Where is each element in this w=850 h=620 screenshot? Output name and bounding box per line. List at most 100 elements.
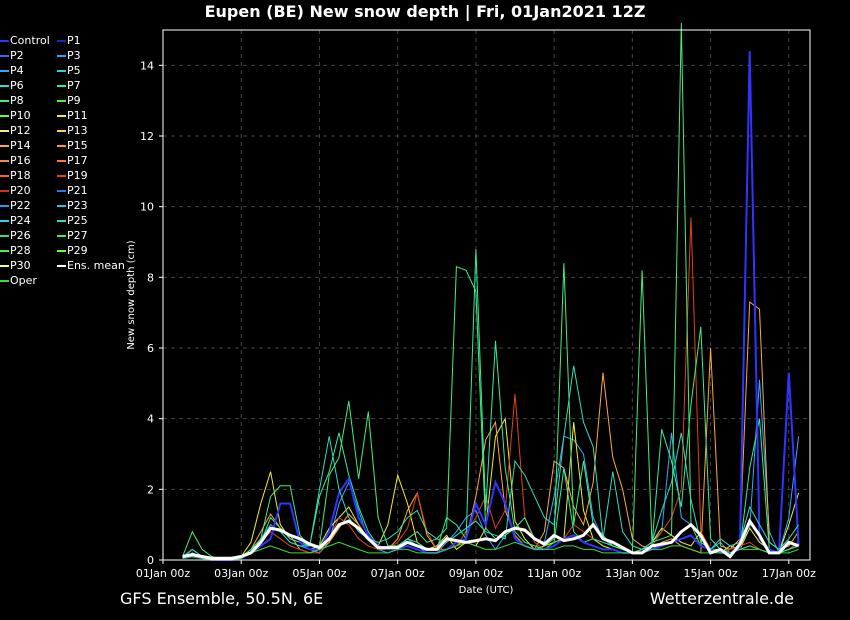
legend-entry: P21 <box>57 183 88 198</box>
x-tick-label: 11Jan 00z <box>527 567 581 580</box>
legend-entry: P17 <box>57 153 88 168</box>
legend-entry: P25 <box>57 213 88 228</box>
legend-label: P4 <box>10 64 24 77</box>
legend-entry: P3 <box>57 48 81 63</box>
legend-entry: P20 <box>0 183 31 198</box>
legend-label: P20 <box>10 184 31 197</box>
legend-swatch <box>0 190 9 192</box>
legend-entry: P19 <box>57 168 88 183</box>
legend-entry: Control <box>0 33 50 48</box>
x-axis-label: Date (UTC) <box>459 585 514 596</box>
legend-swatch <box>57 145 66 147</box>
legend-swatch <box>0 145 9 147</box>
legend-swatch <box>57 205 66 207</box>
x-ticks: 01Jan 00z 03Jan 00z 05Jan 00z 07Jan 00z 09Ja… <box>136 560 816 580</box>
legend-swatch <box>0 160 9 162</box>
legend-entry: P6 <box>0 78 24 93</box>
legend-label: P3 <box>67 49 81 62</box>
legend-swatch <box>0 40 9 42</box>
legend-swatch <box>57 265 66 267</box>
legend-label: P6 <box>10 79 24 92</box>
legend-label: P26 <box>10 229 31 242</box>
legend-swatch <box>57 250 66 252</box>
legend-entry: P30 <box>0 258 31 273</box>
legend-label: P19 <box>67 169 88 182</box>
legend-entry: P22 <box>0 198 31 213</box>
legend-entry: P18 <box>0 168 31 183</box>
legend-label: P30 <box>10 259 31 272</box>
legend-label: P5 <box>67 64 81 77</box>
legend-entry: P8 <box>0 93 24 108</box>
legend-label: P28 <box>10 244 31 257</box>
legend-entry: P26 <box>0 228 31 243</box>
plot-frame <box>162 29 811 561</box>
legend-label: P15 <box>67 139 88 152</box>
legend-swatch <box>57 40 66 42</box>
legend-entry: P14 <box>0 138 31 153</box>
x-tick-label: 17Jan 00z <box>762 567 816 580</box>
legend-swatch <box>57 85 66 87</box>
legend-swatch <box>0 220 9 222</box>
legend-entry: P5 <box>57 63 81 78</box>
legend-label: P13 <box>67 124 88 137</box>
legend-entry: P11 <box>57 108 88 123</box>
legend-label: P14 <box>10 139 31 152</box>
legend-entry: P16 <box>0 153 31 168</box>
legend-swatch <box>57 130 66 132</box>
series-line-p19 <box>182 217 799 561</box>
legend-entry: P12 <box>0 123 31 138</box>
y-tick-label: 4 <box>147 413 154 426</box>
legend-label: P1 <box>67 34 81 47</box>
legend-swatch <box>57 220 66 222</box>
legend-swatch <box>57 175 66 177</box>
legend-label: P9 <box>67 94 81 107</box>
legend-label: P23 <box>67 199 88 212</box>
legend-label: P29 <box>67 244 88 257</box>
legend-label: P7 <box>67 79 81 92</box>
legend-label: P2 <box>10 49 24 62</box>
legend-label: Ens. mean <box>67 259 125 272</box>
y-tick-label: 8 <box>147 271 154 284</box>
legend-entry: P24 <box>0 213 31 228</box>
legend-swatch <box>0 55 9 57</box>
legend-label: P8 <box>10 94 24 107</box>
grid <box>163 30 810 560</box>
y-ticks: 0 2 4 6 8 10 12 14 <box>140 59 163 567</box>
legend-label: Control <box>10 34 50 47</box>
x-tick-label: 05Jan 00z <box>292 567 346 580</box>
footer-site: Wetterzentrale.de <box>649 589 794 608</box>
series-group <box>182 22 800 561</box>
legend-label: P17 <box>67 154 88 167</box>
x-tick-label: 13Jan 00z <box>605 567 659 580</box>
legend-swatch <box>57 190 66 192</box>
legend-swatch <box>57 115 66 117</box>
footer-model: GFS Ensemble, 50.5N, 6E <box>120 589 324 608</box>
legend-swatch <box>0 115 9 117</box>
legend-label: P27 <box>67 229 88 242</box>
legend-swatch <box>0 130 9 132</box>
legend-swatch <box>57 70 66 72</box>
legend-entry: P15 <box>57 138 88 153</box>
legend-swatch <box>0 175 9 177</box>
legend-entry: P28 <box>0 243 31 258</box>
legend-entry: P9 <box>57 93 81 108</box>
legend-label: P22 <box>10 199 31 212</box>
legend-swatch <box>0 70 9 72</box>
legend-entry: P7 <box>57 78 81 93</box>
series-line-p25 <box>182 365 800 561</box>
legend-swatch <box>0 265 9 267</box>
x-tick-label: 15Jan 00z <box>683 567 737 580</box>
y-tick-label: 0 <box>147 554 154 567</box>
legend-swatch <box>0 280 9 282</box>
legend-swatch <box>0 205 9 207</box>
legend-label: P18 <box>10 169 31 182</box>
legend-label: P16 <box>10 154 31 167</box>
legend-swatch <box>0 235 9 237</box>
legend-entry: P29 <box>57 243 88 258</box>
legend-entry: Ens. mean <box>57 258 125 273</box>
legend-swatch <box>57 55 66 57</box>
legend-label: P11 <box>67 109 88 122</box>
legend-swatch <box>0 85 9 87</box>
legend-swatch <box>57 100 66 102</box>
legend-label: P12 <box>10 124 31 137</box>
